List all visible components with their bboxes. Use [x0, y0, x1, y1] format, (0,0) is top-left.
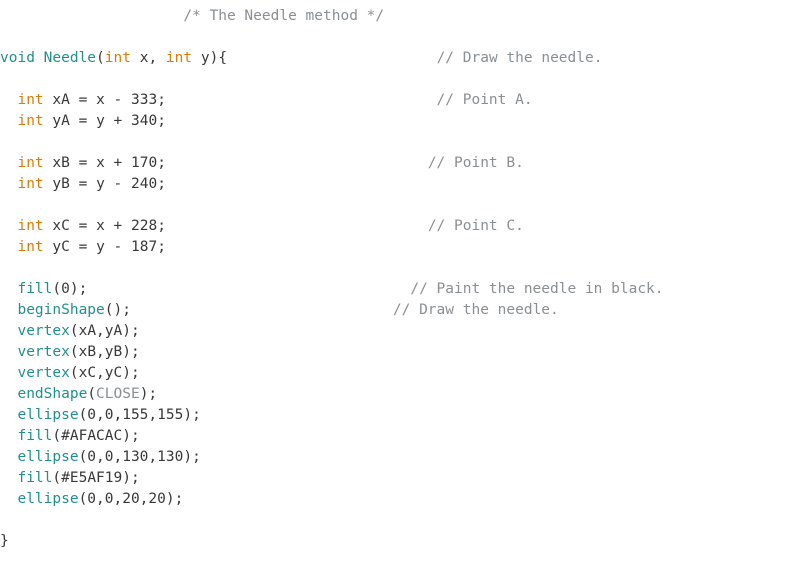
val-yC: 187	[131, 239, 157, 255]
comment-header: /* The Needle method */	[183, 8, 384, 24]
comment-point-c: // Point C.	[428, 218, 524, 234]
type-int: int	[17, 155, 43, 171]
ellipse3-args: (0,0,20,20);	[79, 491, 184, 507]
call-fill: fill	[17, 281, 52, 297]
type-int: int	[17, 218, 43, 234]
vertex2-args: (xB,yB);	[70, 344, 140, 360]
call-vertex: vertex	[17, 323, 69, 339]
var-xC: xC	[52, 218, 69, 234]
val-xB: 170	[131, 155, 157, 171]
val-xC: 228	[131, 218, 157, 234]
expr-yC: = y -	[70, 239, 131, 255]
type-int: int	[17, 92, 43, 108]
type-int: int	[17, 113, 43, 129]
fill-hex-1: #AFACAC	[61, 428, 122, 444]
comment-paint-black: // Paint the needle in black.	[410, 281, 663, 297]
param-y: y	[201, 50, 210, 66]
comment-point-b: // Point B.	[428, 155, 524, 171]
fill-arg-0: 0	[61, 281, 70, 297]
expr-yB: = y -	[70, 176, 131, 192]
ellipse1-args: (0,0,155,155);	[79, 407, 201, 423]
call-beginShape: beginShape	[17, 302, 104, 318]
vertex1-args: (xA,yA);	[70, 323, 140, 339]
type-int: int	[17, 239, 43, 255]
var-yB: yB	[52, 176, 69, 192]
fill-hex-2: #E5AF19	[61, 470, 122, 486]
call-ellipse: ellipse	[17, 491, 78, 507]
var-xB: xB	[52, 155, 69, 171]
call-fill: fill	[17, 428, 52, 444]
var-yC: yC	[52, 239, 69, 255]
call-ellipse: ellipse	[17, 407, 78, 423]
call-endShape: endShape	[17, 386, 87, 402]
comment-draw-needle-2: // Draw the needle.	[393, 302, 559, 318]
vertex3-args: (xC,yC);	[70, 365, 140, 381]
type-int: int	[17, 176, 43, 192]
val-yA: 340	[131, 113, 157, 129]
call-vertex: vertex	[17, 344, 69, 360]
keyword-void: void	[0, 50, 35, 66]
val-yB: 240	[131, 176, 157, 192]
val-xA: 333	[131, 92, 157, 108]
expr-xA: = x -	[70, 92, 131, 108]
code-block: /* The Needle method */ void Needle(int …	[0, 0, 800, 552]
call-vertex: vertex	[17, 365, 69, 381]
type-int: int	[166, 50, 192, 66]
function-name-needle: Needle	[44, 50, 96, 66]
var-yA: yA	[52, 113, 69, 129]
comment-draw-needle: // Draw the needle.	[437, 50, 603, 66]
call-ellipse: ellipse	[17, 449, 78, 465]
call-fill: fill	[17, 470, 52, 486]
comment-point-a: // Point A.	[437, 92, 533, 108]
expr-yA: = y +	[70, 113, 131, 129]
expr-xB: = x +	[70, 155, 131, 171]
expr-xC: = x +	[70, 218, 131, 234]
const-close: CLOSE	[96, 386, 140, 402]
ellipse2-args: (0,0,130,130);	[79, 449, 201, 465]
var-xA: xA	[52, 92, 69, 108]
closing-brace: }	[0, 533, 9, 549]
type-int: int	[105, 50, 131, 66]
